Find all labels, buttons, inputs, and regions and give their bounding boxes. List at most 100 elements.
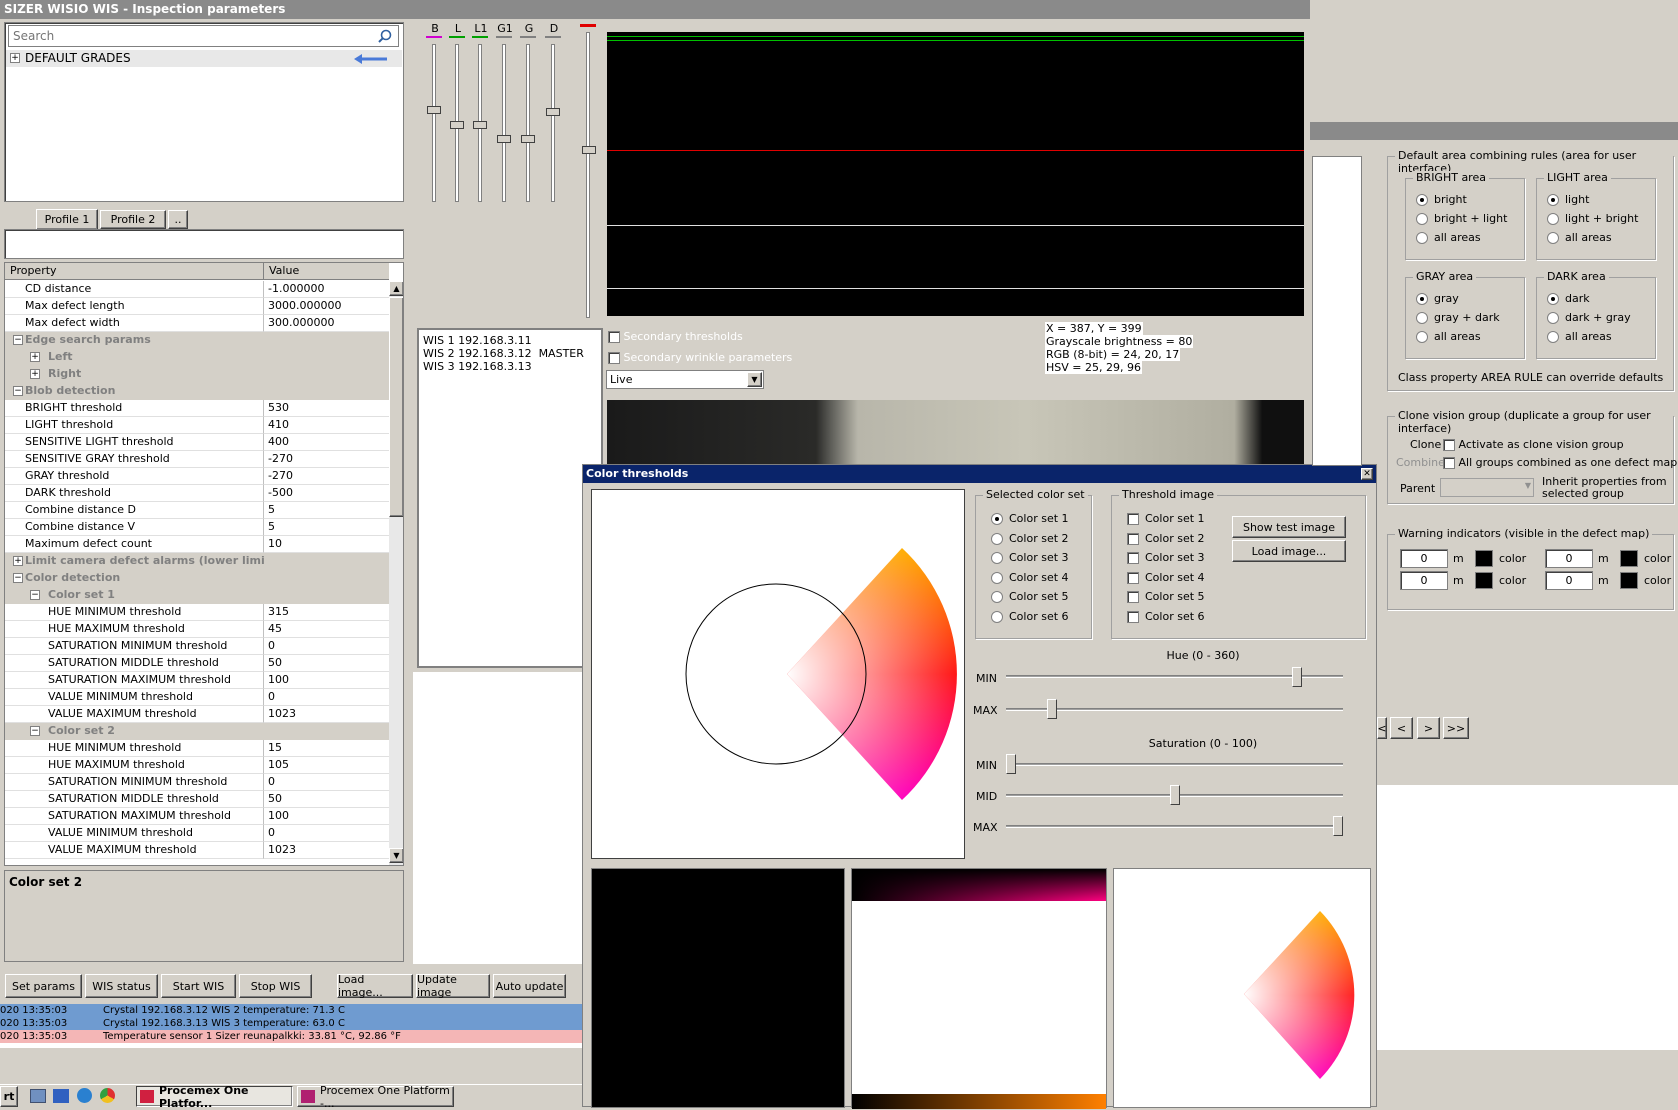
area-option[interactable]: gray [1416,292,1459,305]
property-value[interactable]: -270 [264,468,389,485]
back-button[interactable]: < [1390,717,1413,739]
grid-category[interactable]: Left + [5,349,389,366]
grid-scrollbar[interactable]: ▲ ▼ [389,281,403,865]
radio-button[interactable] [1416,194,1428,206]
collapse-icon[interactable]: − [30,590,40,600]
property-value[interactable]: 1023 [264,842,389,859]
wis-item[interactable]: WIS 3 192.168.3.13 [423,360,532,373]
live-select[interactable]: Live ▼ [606,370,764,389]
property-value[interactable]: 0 [264,774,389,791]
color-swatch[interactable] [1475,572,1493,589]
area-option[interactable]: light + bright [1547,212,1638,225]
checkbox[interactable] [1127,610,1139,623]
wis-status-button[interactable]: WIS status [85,974,158,998]
clone-check[interactable]: Activate as clone vision group [1443,438,1624,451]
checkbox[interactable] [1443,439,1455,451]
checkbox[interactable] [1127,532,1139,545]
color-set-radio[interactable]: Color set 1 [991,512,1069,525]
grid-row[interactable]: SENSITIVE LIGHT threshold 400 [5,434,389,451]
radio-button[interactable] [1416,312,1428,324]
threshold-image-check[interactable]: Color set 5 [1127,590,1205,603]
app-icon[interactable] [30,1089,46,1103]
grid-row[interactable]: HUE MINIMUM threshold 315 [5,604,389,621]
property-value[interactable]: 1023 [264,706,389,723]
property-value[interactable]: 0 [264,825,389,842]
slider-thumb[interactable] [497,135,511,143]
chrome-icon[interactable] [100,1088,115,1103]
collapse-icon[interactable]: − [30,726,40,736]
property-value[interactable]: 0 [264,638,389,655]
sat-max-track[interactable] [1006,825,1343,828]
hue-min-thumb[interactable] [1292,667,1303,687]
grid-row[interactable]: Combine distance D5 [5,502,389,519]
warning-distance-input[interactable]: 0 [1400,549,1448,568]
property-value[interactable]: 3000.000000 [264,298,389,315]
property-value[interactable]: 400 [264,434,389,451]
collapse-icon[interactable]: − [13,573,23,583]
property-value[interactable]: 5 [264,519,389,536]
secondary-wrinkle-check[interactable]: Secondary wrinkle parameters [608,351,792,364]
radio-button[interactable] [991,532,1003,545]
collapse-icon[interactable]: − [13,335,23,345]
property-value[interactable]: 10 [264,536,389,553]
color-set-radio[interactable]: Color set 2 [991,532,1069,545]
slider-thumb[interactable] [546,108,560,116]
grid-row[interactable]: SATURATION MIDDLE threshold 50 [5,791,389,808]
set-params-button[interactable]: Set params [5,974,82,998]
combine-check[interactable]: All groups combined as one defect map [1443,456,1677,469]
area-option[interactable]: all areas [1416,330,1481,343]
radio-button[interactable] [991,610,1003,623]
expand-icon[interactable]: + [30,352,40,362]
grid-row[interactable]: VALUE MINIMUM threshold 0 [5,825,389,842]
area-option[interactable]: dark [1547,292,1590,305]
search-box[interactable] [8,25,399,47]
property-value[interactable]: 105 [264,757,389,774]
parent-select[interactable]: ▼ [1440,478,1534,497]
checkbox[interactable] [608,352,620,364]
main-slider-track[interactable] [586,32,590,318]
update-image-button[interactable]: Update image [416,973,490,999]
checkbox[interactable] [1127,591,1139,603]
radio-button[interactable] [1547,331,1559,343]
grid-row[interactable]: VALUE MAXIMUM threshold 1023 [5,842,389,859]
threshold-image-check[interactable]: Color set 2 [1127,532,1205,545]
color-set-radio[interactable]: Color set 3 [991,551,1069,564]
grid-row[interactable]: SATURATION MIDDLE threshold 50 [5,655,389,672]
slider-thumb[interactable] [521,135,535,143]
color-set-radio[interactable]: Color set 4 [991,571,1069,584]
grid-row[interactable]: SATURATION MAXIMUM threshold 100 [5,672,389,689]
checkbox[interactable] [608,331,620,343]
radio-button[interactable] [1547,194,1559,206]
property-value[interactable]: 50 [264,791,389,808]
grid-category[interactable]: Limit camera defect alarms (lower limit)… [5,553,389,570]
property-value[interactable]: 300.000000 [264,315,389,332]
grid-row[interactable]: CD distance -1.000000 [5,281,389,298]
sat-max-thumb[interactable] [1333,816,1343,836]
grid-row[interactable]: HUE MAXIMUM threshold 45 [5,621,389,638]
scroll-up-icon[interactable]: ▲ [389,281,403,296]
stop-wis-button[interactable]: Stop WIS [239,974,312,998]
checkbox[interactable] [1443,457,1455,469]
grid-row[interactable]: Max defect width 300.000000 [5,315,389,332]
expand-icon[interactable]: + [30,369,40,379]
wis-list[interactable]: WIS 1 192.168.3.11 WIS 2 192.168.3.12 MAS… [417,328,603,668]
area-option[interactable]: all areas [1416,231,1481,244]
start-wis-button[interactable]: Start WIS [161,974,236,998]
profile-name-field[interactable] [4,229,404,259]
area-option[interactable]: all areas [1547,330,1612,343]
grid-row[interactable]: SATURATION MINIMUM threshold 0 [5,774,389,791]
tree-root[interactable]: + DEFAULT GRADES [6,50,402,67]
grid-row[interactable]: DARK threshold -500 [5,485,389,502]
grid-category[interactable]: Color set 2− [5,723,389,740]
radio-button[interactable] [1547,232,1559,244]
slider-track[interactable] [526,44,530,202]
sat-min-thumb[interactable] [1006,754,1016,774]
area-option[interactable]: bright [1416,193,1467,206]
hue-wheel-canvas[interactable] [591,489,965,859]
wis-item[interactable]: WIS 1 192.168.3.11 [423,334,532,347]
threshold-image-check[interactable]: Color set 3 [1127,551,1205,564]
grid-category[interactable]: Right + [5,366,389,383]
close-icon[interactable]: ✕ [1361,468,1373,480]
grid-row[interactable]: Maximum defect count 10 [5,536,389,553]
property-value[interactable]: 100 [264,672,389,689]
